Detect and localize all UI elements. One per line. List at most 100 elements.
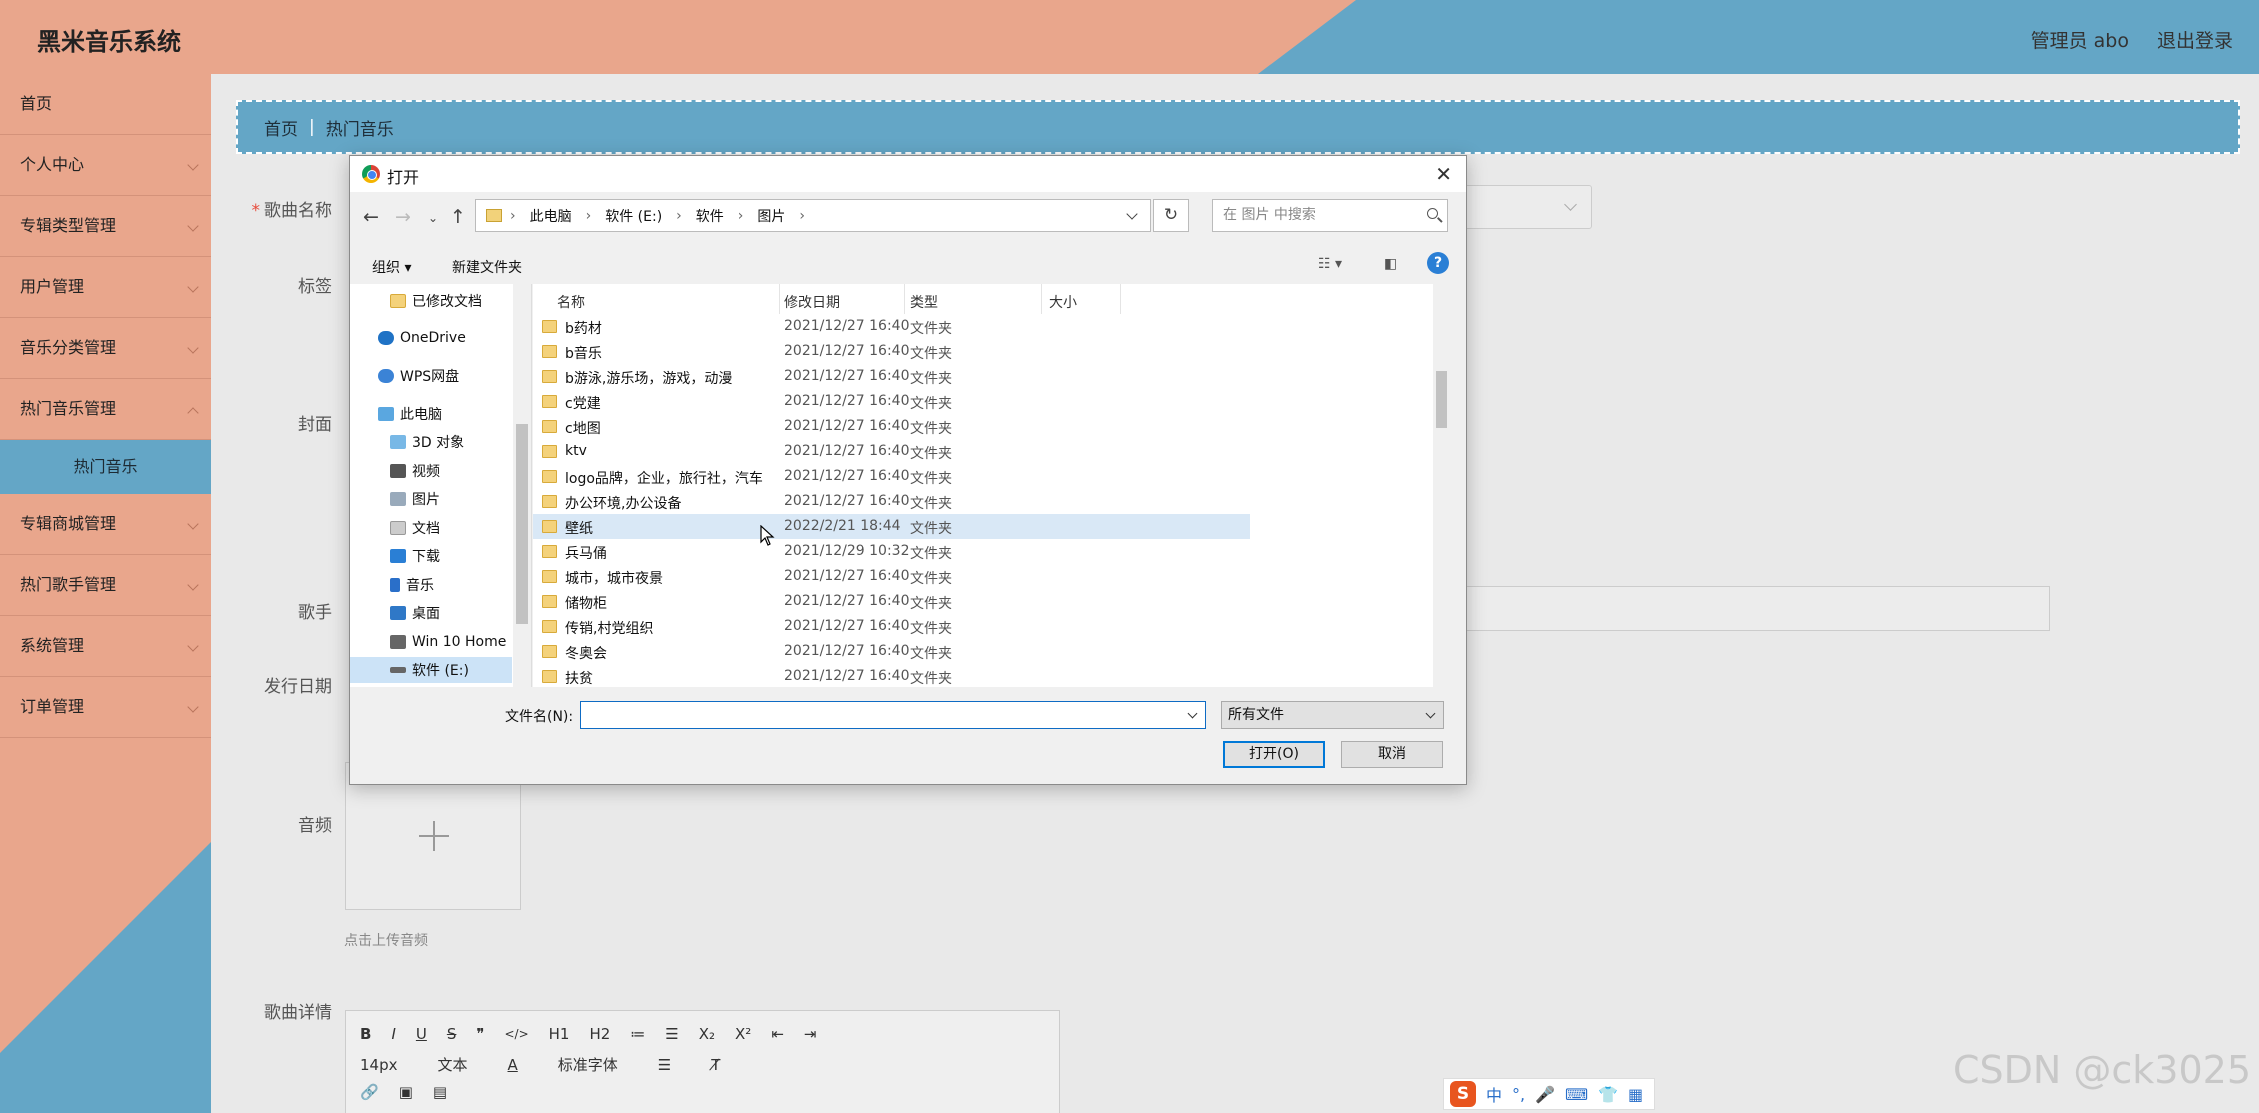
sidebar-item-home[interactable]: 首页 (0, 74, 211, 135)
file-row[interactable]: c地图 2021/12/27 16:40 文件夹 (533, 414, 1250, 439)
nav-item-music[interactable]: 音乐 (350, 572, 512, 598)
sidebar-item-music-categories[interactable]: 音乐分类管理 (0, 318, 211, 379)
address-crumb[interactable]: 软件 (E:) (605, 206, 662, 226)
subscript-icon[interactable]: X₂ (699, 1025, 715, 1043)
ime-mode[interactable]: 中 (1486, 1082, 1502, 1106)
address-crumb[interactable]: 软件 (696, 206, 724, 226)
sidebar-item-orders[interactable]: 订单管理 (0, 677, 211, 738)
h1-icon[interactable]: H1 (549, 1025, 570, 1043)
up-arrow-icon[interactable]: ↑ (450, 206, 466, 228)
sidebar-item-hot-music-mgmt[interactable]: 热门音乐管理 (0, 379, 211, 440)
refresh-icon[interactable]: ↻ (1153, 199, 1189, 232)
file-row[interactable]: b音乐 2021/12/27 16:40 文件夹 (533, 339, 1250, 364)
column-header-size[interactable]: 大小 (1049, 292, 1077, 312)
chevron-down-icon[interactable] (1126, 208, 1138, 220)
rich-text-editor[interactable]: B I U S ❞ </> H1 H2 ≔ ☰ X₂ X² ⇤ ⇥ 14px 文… (345, 1010, 1060, 1113)
file-row[interactable]: 冬奥会 2021/12/27 16:40 文件夹 (533, 639, 1250, 664)
nav-item-this-pc[interactable]: 此电脑 (350, 401, 512, 427)
italic-icon[interactable]: I (391, 1025, 395, 1043)
file-list-scrollbar[interactable] (1433, 284, 1450, 687)
column-header-name[interactable]: 名称 (557, 292, 585, 312)
file-row[interactable]: b游泳,游乐场，游戏，动漫 2021/12/27 16:40 文件夹 (533, 364, 1250, 389)
organize-button[interactable]: 组织 ▾ (372, 257, 411, 277)
nav-item-documents[interactable]: 文档 (350, 515, 512, 541)
file-row[interactable]: 兵马俑 2021/12/29 10:32 文件夹 (533, 539, 1250, 564)
skin-icon[interactable]: 👕 (1598, 1085, 1618, 1104)
cancel-button[interactable]: 取消 (1341, 741, 1443, 768)
nav-item-wps-cloud[interactable]: WPS网盘 (350, 363, 512, 389)
nav-item-desktop[interactable]: 桌面 (350, 600, 512, 626)
nav-item-videos[interactable]: 视频 (350, 458, 512, 484)
toolbox-icon[interactable]: ▦ (1628, 1085, 1643, 1104)
bold-icon[interactable]: B (360, 1025, 371, 1043)
font-size-select[interactable]: 14px (360, 1056, 398, 1074)
help-icon[interactable]: ? (1427, 252, 1449, 274)
preview-pane-icon[interactable]: ◧ (1384, 256, 1397, 272)
sidebar-item-hot-singers[interactable]: 热门歌手管理 (0, 555, 211, 616)
sidebar-item-system[interactable]: 系统管理 (0, 616, 211, 677)
align-icon[interactable]: ☰ (658, 1056, 671, 1074)
new-folder-button[interactable]: 新建文件夹 (452, 257, 522, 277)
bullet-list-icon[interactable]: ☰ (665, 1025, 678, 1043)
file-row[interactable]: 传销,村党组织 2021/12/27 16:40 文件夹 (533, 614, 1250, 639)
text-type-select[interactable]: 文本 (438, 1054, 468, 1075)
recent-dropdown-icon[interactable]: ⌄ (428, 211, 438, 225)
address-crumb[interactable]: 此电脑 (530, 206, 572, 226)
underline-icon[interactable]: U (416, 1025, 427, 1043)
breadcrumb-home[interactable]: 首页 (264, 115, 298, 140)
clear-format-icon[interactable]: T̸ (711, 1056, 720, 1074)
sidebar-item-album-store[interactable]: 专辑商城管理 (0, 494, 211, 555)
nav-item-drive-e[interactable]: 软件 (E:) (350, 657, 512, 683)
filename-input[interactable] (580, 701, 1206, 729)
sogou-logo-icon[interactable]: S (1450, 1081, 1476, 1107)
font-color-icon[interactable]: A (508, 1056, 518, 1074)
address-crumb[interactable]: 图片 (757, 206, 785, 226)
file-row[interactable]: 办公环境,办公设备 2021/12/27 16:40 文件夹 (533, 489, 1250, 514)
nav-item-win10-home[interactable]: Win 10 Home (350, 629, 512, 655)
h2-icon[interactable]: H2 (589, 1025, 610, 1043)
view-options-icon[interactable]: ☷ ▾ (1318, 256, 1342, 272)
forward-arrow-icon[interactable]: → (395, 206, 411, 228)
file-row-hovered[interactable]: 壁纸 2022/2/21 18:44 文件夹 (533, 514, 1250, 539)
search-input[interactable]: 在 图片 中搜索 (1212, 199, 1448, 232)
image-icon[interactable]: ▣ (399, 1083, 413, 1101)
file-row[interactable]: logo品牌，企业，旅行社，汽车 2021/12/27 16:40 文件夹 (533, 464, 1250, 489)
quote-icon[interactable]: ❞ (476, 1025, 484, 1043)
open-button[interactable]: 打开(O) (1223, 741, 1325, 768)
nav-item-onedrive[interactable]: OneDrive (350, 325, 512, 351)
file-row[interactable]: 城市，城市夜景 2021/12/27 16:40 文件夹 (533, 564, 1250, 589)
nav-scrollbar[interactable] (513, 284, 531, 687)
sidebar-subitem-hot-music[interactable]: 热门音乐 (0, 440, 211, 494)
video-icon[interactable]: ▤ (433, 1083, 447, 1101)
close-icon[interactable]: ✕ (1435, 162, 1452, 186)
superscript-icon[interactable]: X² (735, 1025, 751, 1043)
file-row[interactable]: 扶贫 2021/12/27 16:40 文件夹 (533, 664, 1250, 689)
sidebar-item-personal-center[interactable]: 个人中心 (0, 135, 211, 196)
link-icon[interactable]: 🔗 (360, 1083, 379, 1101)
back-arrow-icon[interactable]: ← (363, 206, 379, 228)
nav-item-downloads[interactable]: 下载 (350, 543, 512, 569)
file-row[interactable]: ktv 2021/12/27 16:40 文件夹 (533, 439, 1250, 464)
column-header-date[interactable]: 修改日期 (784, 292, 840, 312)
keyboard-icon[interactable]: ⌨ (1565, 1085, 1588, 1104)
strike-icon[interactable]: S (447, 1025, 457, 1043)
sidebar-item-album-types[interactable]: 专辑类型管理 (0, 196, 211, 257)
column-header-type[interactable]: 类型 (910, 292, 938, 312)
admin-user-label[interactable]: 管理员 abo (2031, 26, 2129, 53)
file-row[interactable]: c党建 2021/12/27 16:40 文件夹 (533, 389, 1250, 414)
nav-item-3d-objects[interactable]: 3D 对象 (350, 429, 512, 455)
outdent-icon[interactable]: ⇤ (771, 1025, 784, 1043)
ordered-list-icon[interactable]: ≔ (630, 1025, 645, 1043)
logout-link[interactable]: 退出登录 (2157, 26, 2233, 53)
nav-item-modified-docs[interactable]: 已修改文档 (350, 288, 512, 314)
file-row[interactable]: 储物柜 2021/12/27 16:40 文件夹 (533, 589, 1250, 614)
nav-item-pictures[interactable]: 图片 (350, 486, 512, 512)
font-family-select[interactable]: 标准字体 (558, 1054, 618, 1075)
punct-icon[interactable]: °, (1512, 1085, 1525, 1104)
code-icon[interactable]: </> (504, 1027, 528, 1041)
address-bar[interactable]: › 此电脑 › 软件 (E:) › 软件 › 图片 › (475, 199, 1151, 232)
file-row[interactable]: b药材 2021/12/27 16:40 文件夹 (533, 314, 1250, 339)
filetype-select[interactable]: 所有文件 (1221, 701, 1444, 729)
indent-icon[interactable]: ⇥ (804, 1025, 817, 1043)
singer-input[interactable] (1450, 586, 2050, 631)
